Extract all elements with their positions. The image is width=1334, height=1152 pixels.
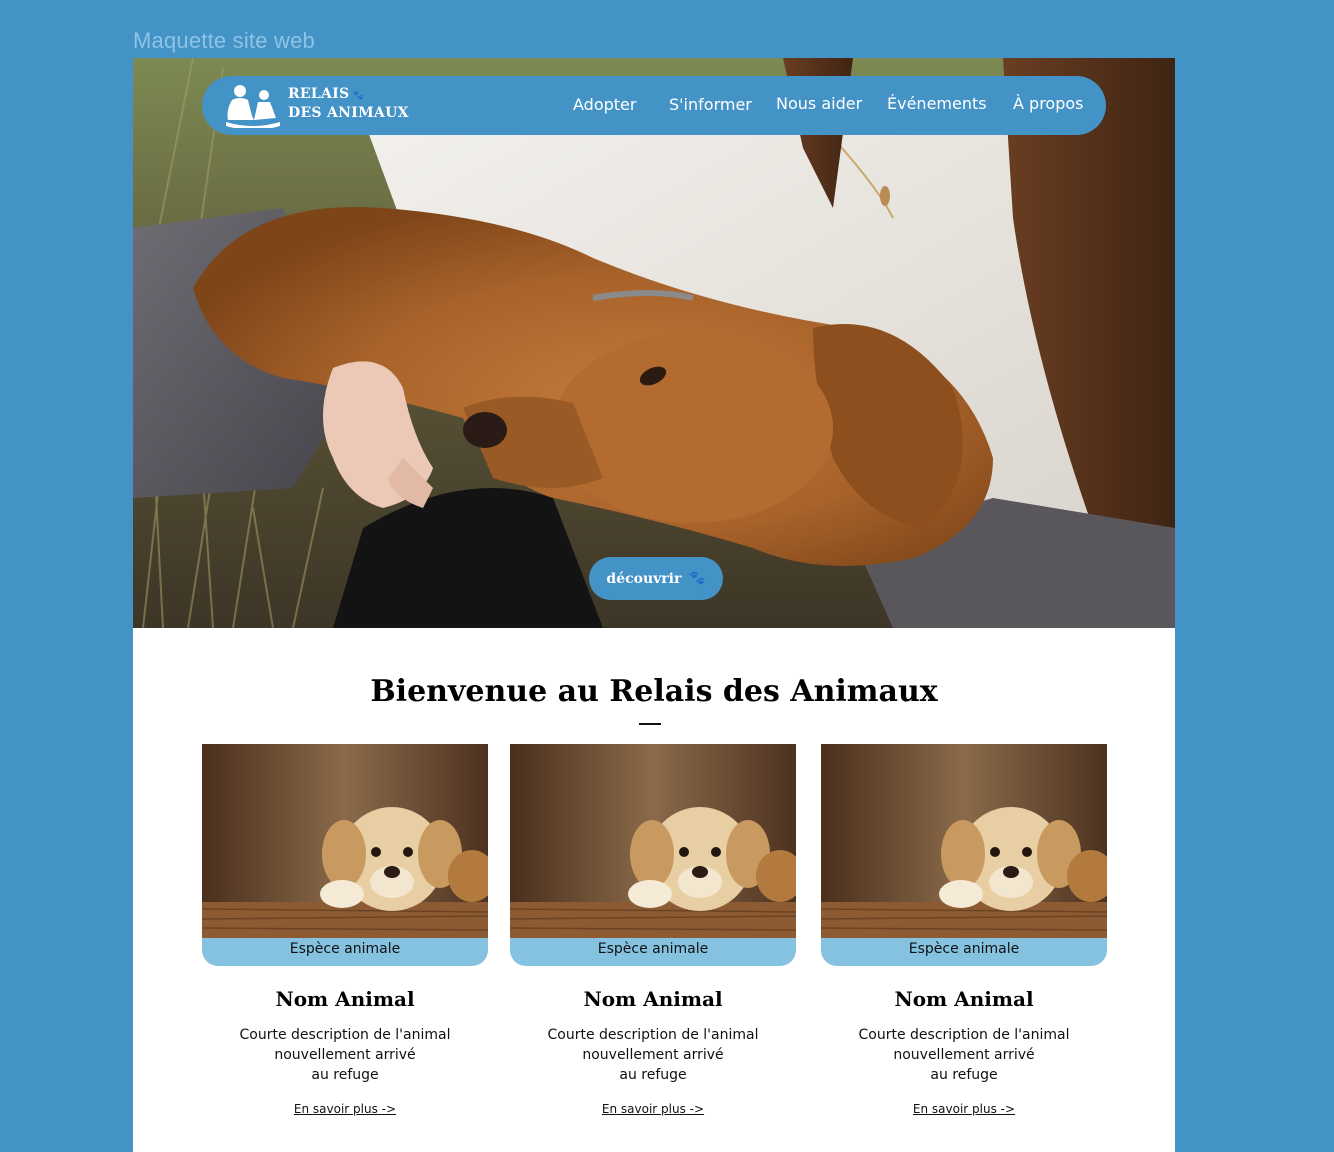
species-label: Espèce animale	[821, 938, 1107, 966]
nav-links: Adopter S'informer Nous aider Événements…	[202, 76, 1106, 135]
animal-name: Nom Animal	[583, 987, 723, 1011]
animal-card: Espèce animale Nom Animal Courte descrip…	[821, 744, 1107, 1124]
description-line: nouvellement arrivé	[274, 1047, 416, 1063]
description-line: nouvellement arrivé	[582, 1047, 724, 1063]
animal-description: Courte description de l'animal nouvellem…	[821, 1025, 1107, 1085]
hero-section: RELAIS 🐾 DES ANIMAUX Adopter S'informer N…	[133, 58, 1175, 628]
animal-name: Nom Animal	[275, 987, 415, 1011]
animal-card: Espèce animale Nom Animal Courte descrip…	[510, 744, 796, 1124]
description-line: au refuge	[619, 1067, 687, 1083]
nav-adopter[interactable]: Adopter	[573, 95, 636, 114]
animal-card: Espèce animale Nom Animal Courte descrip…	[202, 744, 488, 1124]
nav-sinformer[interactable]: S'informer	[669, 95, 752, 114]
description-line: au refuge	[930, 1067, 998, 1083]
description-line: au refuge	[311, 1067, 379, 1083]
learn-more-link[interactable]: En savoir plus ->	[821, 1102, 1107, 1116]
animal-name: Nom Animal	[894, 987, 1034, 1011]
description-line: nouvellement arrivé	[893, 1047, 1035, 1063]
puppy-photo	[202, 744, 488, 938]
puppy-photo	[510, 744, 796, 938]
discover-label: découvrir	[606, 570, 682, 587]
description-line: Courte description de l'animal	[858, 1027, 1070, 1043]
nav-nous-aider[interactable]: Nous aider	[776, 94, 862, 113]
description-line: Courte description de l'animal	[239, 1027, 451, 1043]
discover-button[interactable]: découvrir 🐾	[589, 557, 723, 600]
nav-evenements[interactable]: Événements	[887, 94, 987, 113]
main-navbar: RELAIS 🐾 DES ANIMAUX Adopter S'informer N…	[202, 76, 1106, 135]
nav-a-propos[interactable]: À propos	[1013, 94, 1083, 113]
welcome-title: Bienvenue au Relais des Animaux	[370, 674, 938, 709]
hero-photo	[133, 58, 1175, 628]
puppy-photo	[821, 744, 1107, 938]
learn-more-link[interactable]: En savoir plus ->	[202, 1102, 488, 1116]
animal-description: Courte description de l'animal nouvellem…	[202, 1025, 488, 1085]
species-label: Espèce animale	[202, 938, 488, 966]
website-mockup: RELAIS 🐾 DES ANIMAUX Adopter S'informer N…	[133, 58, 1175, 1152]
description-line: Courte description de l'animal	[547, 1027, 759, 1043]
paw-icon: 🐾	[689, 571, 706, 586]
learn-more-link[interactable]: En savoir plus ->	[510, 1102, 796, 1116]
species-label: Espèce animale	[510, 938, 796, 966]
animal-description: Courte description de l'animal nouvellem…	[510, 1025, 796, 1085]
frame-label: Maquette site web	[133, 28, 315, 53]
title-divider	[639, 723, 661, 725]
